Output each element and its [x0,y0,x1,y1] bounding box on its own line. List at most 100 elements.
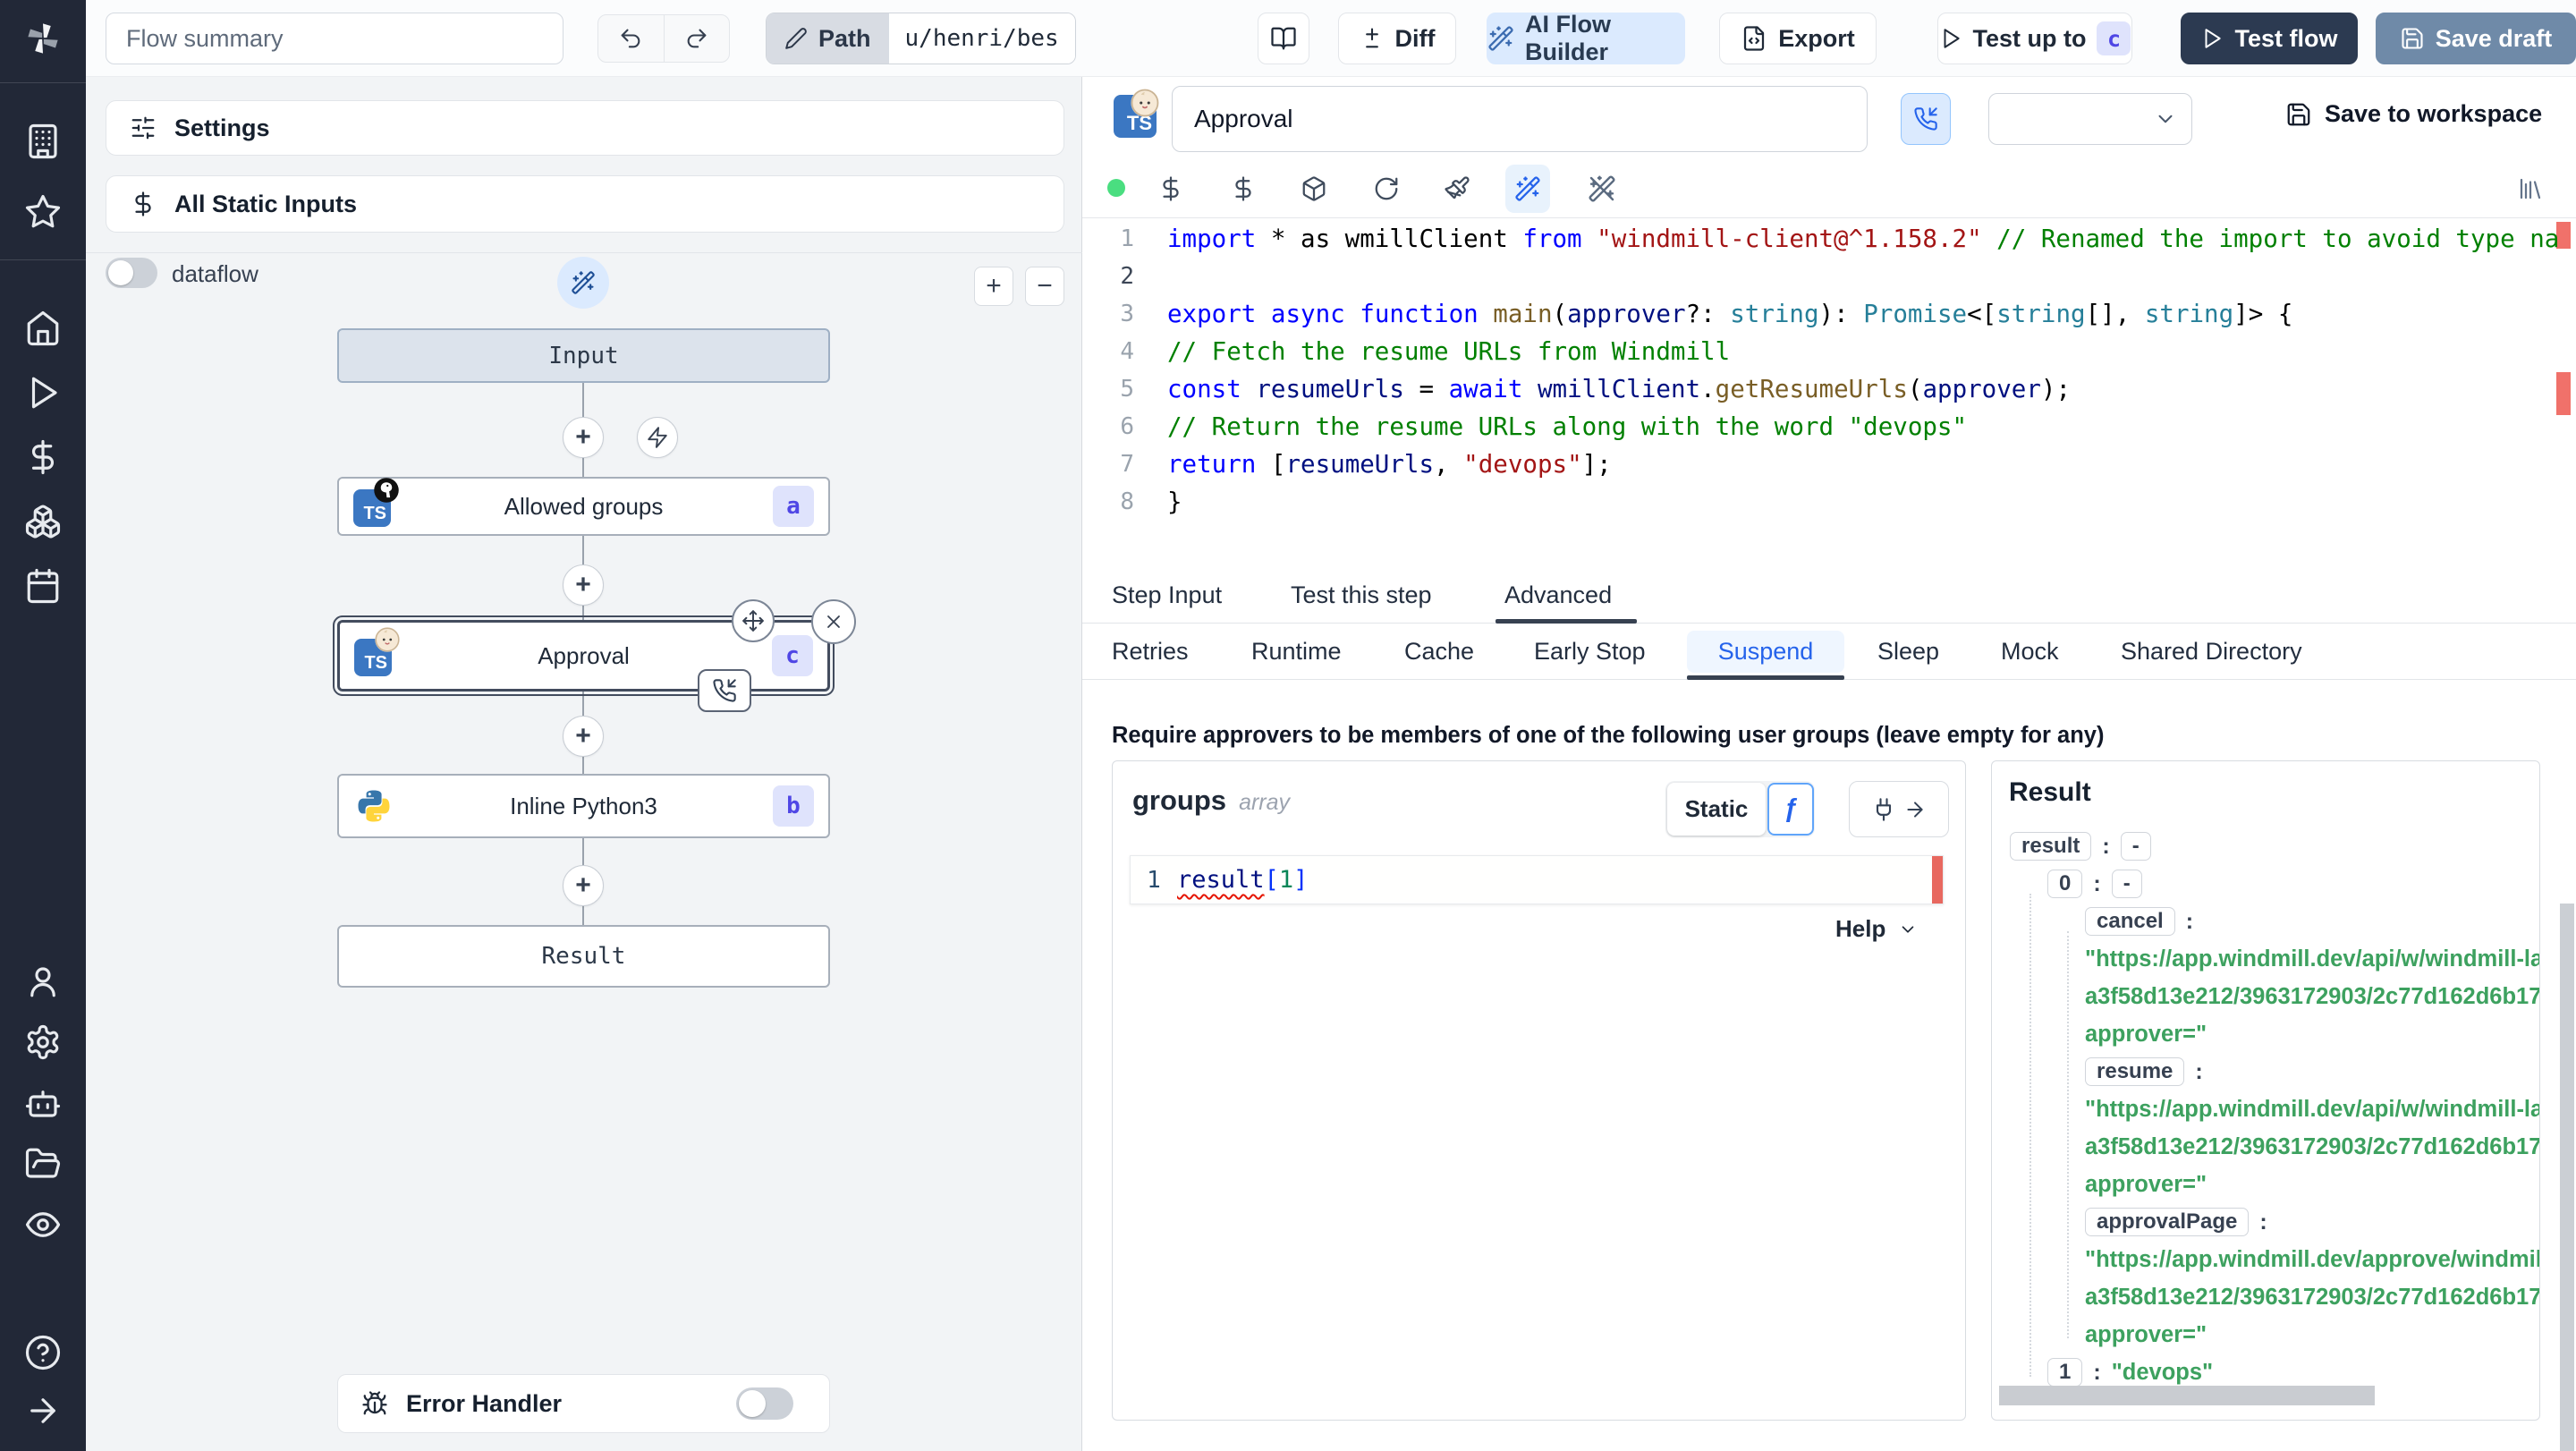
error-handler-row[interactable]: Error Handler [337,1374,830,1433]
ai-flow-builder-button[interactable]: AI Flow Builder [1487,11,1685,65]
add-step-button[interactable]: + [563,865,604,906]
json-string-value: "devops" [2111,1359,2214,1385]
sidebar-expand-icon[interactable] [24,1392,62,1430]
tab-sleep[interactable]: Sleep [1877,624,1939,679]
expression-code: result[1] [1177,866,1309,894]
error-handler-toggle[interactable] [736,1387,793,1420]
sidebar-item-variables[interactable] [24,438,62,476]
step-node-approval[interactable]: TS Approval c [333,599,856,712]
line-number: 7 [1120,451,1134,478]
zoom-in-button[interactable]: + [974,267,1013,306]
expression-mode-button[interactable]: ƒ [1767,783,1814,836]
reset-tool-button[interactable] [1364,165,1409,213]
static-inputs-tool-button[interactable] [1221,165,1266,213]
sidebar-item-workers[interactable] [24,1084,62,1122]
package-tool-button[interactable] [1292,165,1336,213]
path-editor[interactable]: Path u/henri/bes [766,13,1076,64]
sliders-icon [130,115,157,141]
sidebar-item-users[interactable] [24,963,62,1000]
json-colon: : [2093,1359,2101,1385]
sidebar-item-home[interactable] [24,310,62,347]
bun-badge-icon [1130,88,1160,118]
tab-early-stop[interactable]: Early Stop [1534,624,1646,679]
tab-mock[interactable]: Mock [2001,624,2059,679]
code-line: 7 return [resumeUrls, "devops"]; [1082,445,2576,483]
tab-retries[interactable]: Retries [1112,624,1189,679]
result-node[interactable]: Result [337,925,830,988]
json-string-value: "https://app.windmill.dev/approve/windmi… [2085,1246,2539,1272]
step-name-input[interactable] [1172,86,1868,152]
tab-cache[interactable]: Cache [1404,624,1474,679]
input-node-label: Input [548,342,619,369]
save-to-workspace-button[interactable]: Save to workspace [2285,100,2542,128]
test-flow-button[interactable]: Test flow [2181,13,2358,64]
ai-step-wand-button[interactable] [557,257,609,309]
flow-summary-input[interactable] [106,13,564,64]
collapse-button[interactable]: - [2111,870,2142,898]
tab-suspend[interactable]: Suspend [1687,631,1844,673]
sidebar-item-favorites[interactable] [24,193,62,231]
sidebar-item-settings[interactable] [24,1023,62,1061]
panel-vertical-scrollbar[interactable] [2560,904,2574,1451]
help-dropdown[interactable]: Help [1835,915,1918,943]
step-node-allowed-groups[interactable]: TS Allowed groups a [337,477,830,536]
variables-tool-button[interactable] [1148,165,1193,213]
tab-advanced[interactable]: Advanced [1504,568,1612,623]
move-icon [741,609,765,632]
docs-button[interactable] [1258,13,1309,64]
ai-assist-button[interactable] [1505,165,1550,213]
format-tool-button[interactable] [1435,165,1479,213]
line-number: 1 [1120,225,1134,252]
ai-assist-off-button[interactable] [1580,165,1624,213]
suspend-phone-chip[interactable] [698,669,751,712]
redo-button[interactable] [663,15,730,62]
suspend-phone-button[interactable] [1901,93,1951,145]
step-node-inline-python3[interactable]: Inline Python3 b [337,774,830,838]
path-edit-button[interactable]: Path [767,13,889,64]
sidebar-item-schedules[interactable] [24,567,62,605]
tab-step-input[interactable]: Step Input [1112,568,1222,623]
move-step-button[interactable] [732,599,775,642]
save-draft-button[interactable]: Save draft [2376,13,2576,64]
sidebar-item-help[interactable] [24,1334,62,1371]
tab-runtime[interactable]: Runtime [1251,624,1342,679]
all-static-inputs-row[interactable]: All Static Inputs [106,175,1064,233]
collapse-button[interactable]: - [2120,832,2151,861]
zoom-out-button[interactable]: − [1025,267,1064,306]
export-button[interactable]: Export [1719,13,1877,64]
delete-step-button[interactable] [811,599,856,644]
save-to-workspace-label: Save to workspace [2325,100,2543,127]
tab-shared-directory[interactable]: Shared Directory [2121,624,2302,679]
version-select[interactable] [1988,93,2192,145]
input-node[interactable]: Input [337,328,830,383]
sidebar-item-resources[interactable] [24,503,62,540]
test-up-to-step-badge: c [2097,21,2131,55]
groups-expression-editor[interactable]: 1 result[1] [1130,855,1944,904]
test-up-to-button[interactable]: Test up to c [1937,13,2132,64]
add-step-button[interactable]: + [563,716,604,757]
windmill-logo-icon[interactable] [24,20,62,57]
code-editor[interactable]: 1 import * as wmillClient from "windmill-… [1082,218,2576,568]
dataflow-toggle[interactable] [106,258,157,288]
json-key: 1 [2047,1358,2083,1387]
dollar-icon [1230,175,1257,202]
static-mode-button[interactable]: Static [1667,783,1766,836]
sidebar-item-folders[interactable] [24,1145,62,1183]
static-expr-toggle: Static ƒ [1665,781,1815,837]
trigger-zap-button[interactable] [637,417,678,458]
result-horizontal-scrollbar[interactable] [1999,1386,2375,1405]
result-row: result: - [1992,827,2539,865]
code-line: 1 import * as wmillClient from "windmill-… [1082,220,2576,258]
add-step-button[interactable]: + [563,417,604,458]
connect-input-button[interactable] [1849,781,1949,837]
tab-test-this-step[interactable]: Test this step [1291,568,1432,623]
deno-badge-icon [373,477,400,504]
undo-button[interactable] [598,15,664,62]
sidebar-item-workspace[interactable] [24,123,62,160]
flow-settings-row[interactable]: Settings [106,100,1064,156]
library-panel-button[interactable] [2508,165,2553,213]
sidebar-item-audit-logs[interactable] [24,1206,62,1243]
diff-button[interactable]: Diff [1338,13,1456,64]
add-step-button[interactable]: + [563,564,604,606]
sidebar-item-runs[interactable] [24,374,62,412]
